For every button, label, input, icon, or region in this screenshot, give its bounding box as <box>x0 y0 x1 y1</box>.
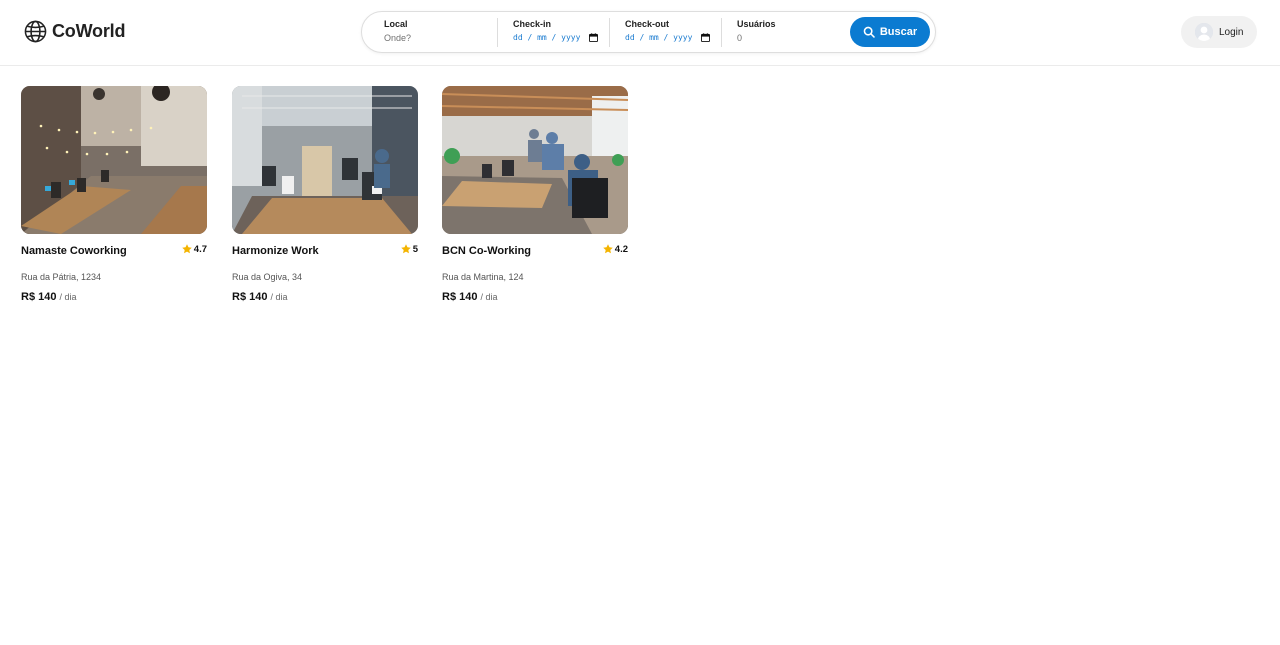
listing-name: BCN Co-Working <box>442 245 532 257</box>
checkout-date-text: dd / mm / yyyy <box>625 33 693 42</box>
listing-price: R$ 140 / dia <box>232 291 288 303</box>
star-icon <box>400 244 411 254</box>
listing-photo[interactable] <box>442 86 628 234</box>
divider <box>609 18 610 47</box>
checkin-label: Check-in <box>513 19 552 29</box>
divider <box>721 18 722 47</box>
listing-rating: 4.2 <box>602 243 628 255</box>
listing-address: Rua da Martina, 124 <box>442 272 524 282</box>
location-input[interactable]: Onde? <box>384 33 411 43</box>
checkout-field[interactable]: Check-out dd / mm / yyyy <box>625 12 721 52</box>
listing-name: Namaste Coworking <box>21 245 127 257</box>
top-header: CoWorld Local Onde? Check-in dd / mm / y… <box>0 0 1280 66</box>
location-label: Local <box>384 19 408 29</box>
price-value: R$ 140 <box>21 291 57 303</box>
checkin-date-input[interactable]: dd / mm / yyyy <box>513 33 599 42</box>
price-unit: / dia <box>480 292 498 302</box>
listing-rating: 4.7 <box>181 243 207 255</box>
search-icon <box>863 26 875 38</box>
search-bar: Local Onde? Check-in dd / mm / yyyy Chec… <box>361 11 936 53</box>
price-value: R$ 140 <box>232 291 268 303</box>
rating-value: 5 <box>412 243 418 255</box>
listing-name: Harmonize Work <box>232 245 319 257</box>
calendar-icon[interactable] <box>701 33 711 42</box>
listing-price: R$ 140 / dia <box>21 291 77 303</box>
listing-rating: 5 <box>400 243 418 255</box>
listing-photo[interactable] <box>21 86 207 234</box>
listing-photo[interactable] <box>232 86 418 234</box>
checkin-date-text: dd / mm / yyyy <box>513 33 581 42</box>
rating-value: 4.7 <box>193 243 207 255</box>
calendar-icon[interactable] <box>589 33 599 42</box>
users-input[interactable]: 0 <box>737 33 742 43</box>
divider <box>497 18 498 47</box>
location-field[interactable]: Local Onde? <box>384 12 497 52</box>
listing-address: Rua da Ogiva, 34 <box>232 272 303 282</box>
checkout-date-input[interactable]: dd / mm / yyyy <box>625 33 711 42</box>
price-value: R$ 140 <box>442 291 478 303</box>
login-label: Login <box>1219 26 1244 38</box>
search-button[interactable]: Buscar <box>850 17 930 47</box>
rating-value: 4.2 <box>614 243 628 255</box>
listing-price: R$ 140 / dia <box>442 291 498 303</box>
listing-address: Rua da Pátria, 1234 <box>21 272 102 282</box>
price-unit: / dia <box>59 292 77 302</box>
globe-icon <box>24 20 47 43</box>
star-icon <box>182 244 192 254</box>
search-button-label: Buscar <box>879 26 918 38</box>
checkout-label: Check-out <box>625 19 670 29</box>
login-button[interactable]: Login <box>1181 16 1257 48</box>
users-label: Usuários <box>737 19 776 29</box>
checkin-field[interactable]: Check-in dd / mm / yyyy <box>513 12 609 52</box>
brand-name: CoWorld <box>52 21 126 41</box>
users-field[interactable]: Usuários 0 <box>737 12 837 52</box>
brand-logo[interactable]: CoWorld <box>24 20 125 43</box>
star-icon <box>603 244 613 254</box>
user-avatar-icon <box>1195 23 1213 41</box>
price-unit: / dia <box>270 292 288 302</box>
